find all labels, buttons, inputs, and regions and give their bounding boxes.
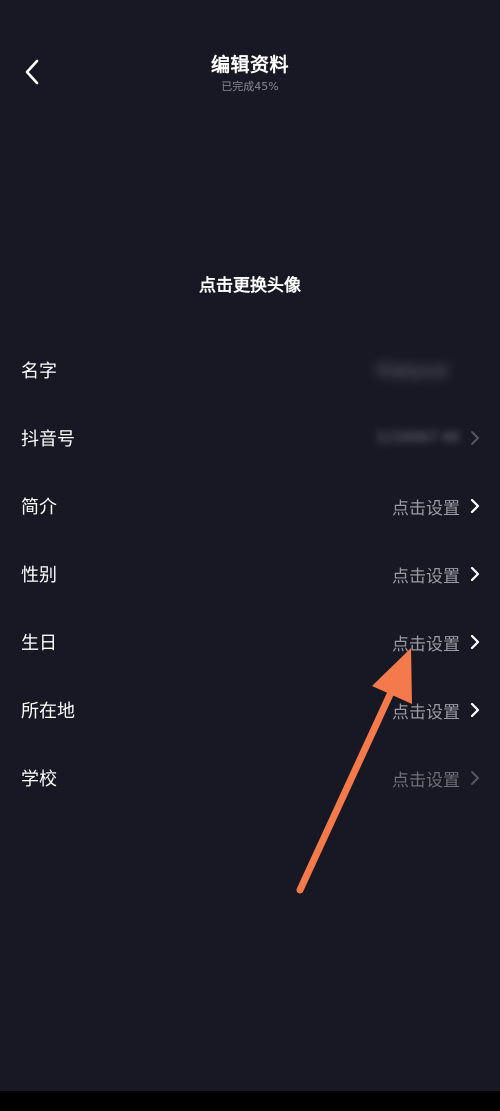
row-label: 名字 [21, 361, 57, 382]
gender-value: 点击设置 [392, 566, 460, 587]
birthday-value: 点击设置 [392, 634, 460, 655]
chevron-right-icon [470, 565, 482, 583]
douyin-id-value: 1234567 40 [375, 430, 460, 446]
row-gender[interactable]: 性别 点击设置 [0, 540, 500, 608]
chevron-right-icon [470, 497, 482, 515]
row-label: 抖音号 [21, 429, 75, 450]
change-avatar-button[interactable]: 点击更换头像 [0, 271, 500, 296]
name-value: Xiaoyue [375, 359, 448, 381]
completion-status: 已完成45% [221, 80, 279, 93]
top-bar: 编辑资料 已完成45% [0, 0, 500, 120]
row-label: 学校 [21, 769, 57, 790]
chevron-right-icon [470, 429, 482, 447]
row-label: 简介 [21, 497, 57, 518]
row-bio[interactable]: 简介 点击设置 [0, 472, 500, 540]
bio-value: 点击设置 [392, 498, 460, 519]
row-name[interactable]: 名字 Xiaoyue [0, 336, 500, 404]
profile-field-list: 名字 Xiaoyue 抖音号 1234567 40 简介 点击设置 性别 点击设… [0, 336, 500, 812]
location-value: 点击设置 [392, 702, 460, 723]
row-location[interactable]: 所在地 点击设置 [0, 676, 500, 744]
row-douyin-id[interactable]: 抖音号 1234567 40 [0, 404, 500, 472]
row-label: 性别 [21, 565, 57, 586]
school-value: 点击设置 [392, 770, 460, 791]
chevron-right-icon [470, 633, 482, 651]
row-school[interactable]: 学校 点击设置 [0, 744, 500, 812]
row-label: 生日 [21, 633, 57, 654]
chevron-right-icon [470, 701, 482, 719]
row-birthday[interactable]: 生日 点击设置 [0, 608, 500, 676]
row-label: 所在地 [21, 701, 75, 722]
bottom-bar [0, 1091, 500, 1111]
chevron-right-icon [470, 769, 482, 787]
page-title: 编辑资料 [210, 54, 289, 76]
